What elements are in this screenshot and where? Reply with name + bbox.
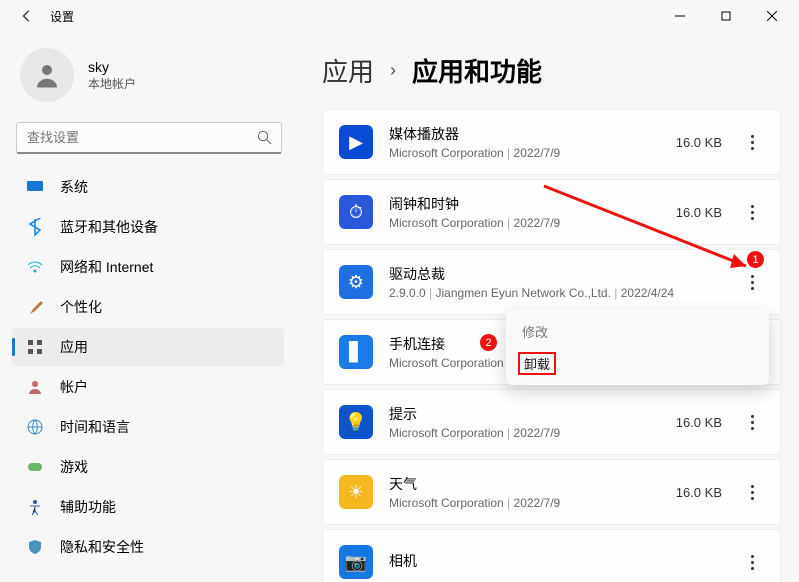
- close-button[interactable]: [749, 0, 795, 32]
- globe-icon: [26, 418, 44, 436]
- display-icon: [26, 178, 44, 196]
- maximize-button[interactable]: [703, 0, 749, 32]
- nav-privacy[interactable]: 隐私和安全性: [12, 528, 284, 566]
- person-icon: [26, 378, 44, 396]
- more-button[interactable]: [736, 196, 768, 228]
- app-icon: ⚙: [339, 265, 373, 299]
- nav-label: 个性化: [60, 297, 102, 317]
- app-meta: Microsoft Corporation2022/7/9: [389, 496, 676, 510]
- window-title: 设置: [50, 8, 74, 25]
- ctx-uninstall[interactable]: 卸载: [512, 347, 763, 379]
- nav-label: 辅助功能: [60, 497, 116, 517]
- app-row[interactable]: 💡 提示 Microsoft Corporation2022/7/9 16.0 …: [322, 389, 781, 455]
- nav-network[interactable]: 网络和 Internet: [12, 248, 284, 286]
- content: 应用 › 应用和功能 ▶ 媒体播放器 Microsoft Corporation…: [294, 32, 799, 582]
- context-menu: 修改 卸载: [506, 309, 769, 385]
- user-name: sky: [88, 59, 136, 75]
- app-icon: ⏱: [339, 195, 373, 229]
- crumb-current: 应用和功能: [412, 52, 542, 89]
- breadcrumb: 应用 › 应用和功能: [322, 52, 781, 89]
- nav-accessibility[interactable]: 辅助功能: [12, 488, 284, 526]
- uninstall-label: 卸载: [518, 352, 556, 375]
- nav-label: 游戏: [60, 457, 88, 477]
- app-icon: ☀: [339, 475, 373, 509]
- app-name: 相机: [389, 551, 722, 571]
- app-size: 16.0 KB: [676, 485, 722, 500]
- minimize-button[interactable]: [657, 0, 703, 32]
- shield-icon: [26, 538, 44, 556]
- app-name: 天气: [389, 474, 676, 494]
- annotation-badge-2: 2: [480, 334, 497, 351]
- nav-label: 帐户: [60, 377, 88, 397]
- chevron-right-icon: ›: [390, 60, 396, 81]
- app-name: 提示: [389, 404, 676, 424]
- nav-gaming[interactable]: 游戏: [12, 448, 284, 486]
- nav-label: 网络和 Internet: [60, 257, 153, 277]
- app-name: 闹钟和时钟: [389, 194, 676, 214]
- user-block[interactable]: sky 本地帐户: [12, 40, 294, 120]
- nav-bluetooth[interactable]: 蓝牙和其他设备: [12, 208, 284, 246]
- nav-label: 隐私和安全性: [60, 537, 144, 557]
- app-meta: Microsoft Corporation2022/7/9: [389, 216, 676, 230]
- game-icon: [26, 458, 44, 476]
- app-row[interactable]: ▶ 媒体播放器 Microsoft Corporation2022/7/9 16…: [322, 109, 781, 175]
- apps-icon: [26, 338, 44, 356]
- nav-system[interactable]: 系统: [12, 168, 284, 206]
- more-button[interactable]: [736, 546, 768, 578]
- app-icon: ▶: [339, 125, 373, 159]
- more-button[interactable]: [736, 266, 768, 298]
- app-icon: 💡: [339, 405, 373, 439]
- annotation-badge-1: 1: [747, 251, 764, 268]
- wifi-icon: [26, 258, 44, 276]
- app-row[interactable]: 📷 相机: [322, 529, 781, 582]
- app-meta: Microsoft Corporation2022/7/9: [389, 146, 676, 160]
- app-row[interactable]: ⏱ 闹钟和时钟 Microsoft Corporation2022/7/9 16…: [322, 179, 781, 245]
- brush-icon: [26, 298, 44, 316]
- more-button[interactable]: [736, 476, 768, 508]
- back-icon[interactable]: [20, 9, 34, 23]
- app-size: 16.0 KB: [676, 415, 722, 430]
- nav-label: 系统: [60, 177, 88, 197]
- search-icon: [257, 130, 272, 145]
- nav-label: 应用: [60, 337, 88, 357]
- app-meta: 2.9.0.0Jiangmen Eyun Network Co.,Ltd.202…: [389, 286, 722, 300]
- nav-accounts[interactable]: 帐户: [12, 368, 284, 406]
- crumb-root[interactable]: 应用: [322, 52, 374, 89]
- user-sub: 本地帐户: [88, 75, 136, 92]
- nav-label: 时间和语言: [60, 417, 130, 437]
- app-row[interactable]: ☀ 天气 Microsoft Corporation2022/7/9 16.0 …: [322, 459, 781, 525]
- app-icon: 📷: [339, 545, 373, 579]
- bluetooth-icon: [26, 218, 44, 236]
- accessibility-icon: [26, 498, 44, 516]
- nav-personalize[interactable]: 个性化: [12, 288, 284, 326]
- more-button[interactable]: [736, 126, 768, 158]
- nav-time[interactable]: 时间和语言: [12, 408, 284, 446]
- app-icon: ▋: [339, 335, 373, 369]
- nav: 系统 蓝牙和其他设备 网络和 Internet 个性化 应用 帐户 时间和语言 …: [12, 168, 294, 566]
- app-meta: Microsoft Corporation2022/7/9: [389, 426, 676, 440]
- search-input[interactable]: [16, 122, 282, 154]
- avatar: [20, 48, 74, 102]
- app-size: 16.0 KB: [676, 135, 722, 150]
- nav-label: 蓝牙和其他设备: [60, 217, 158, 237]
- ctx-modify: 修改: [512, 315, 763, 347]
- sidebar: sky 本地帐户 系统 蓝牙和其他设备 网络和 Internet 个性化 应用 …: [0, 32, 294, 582]
- nav-apps[interactable]: 应用: [12, 328, 284, 366]
- more-button[interactable]: [736, 406, 768, 438]
- app-name: 驱动总裁: [389, 264, 722, 284]
- app-row[interactable]: ⚙ 驱动总裁 2.9.0.0Jiangmen Eyun Network Co.,…: [322, 249, 781, 315]
- app-name: 媒体播放器: [389, 124, 676, 144]
- app-size: 16.0 KB: [676, 205, 722, 220]
